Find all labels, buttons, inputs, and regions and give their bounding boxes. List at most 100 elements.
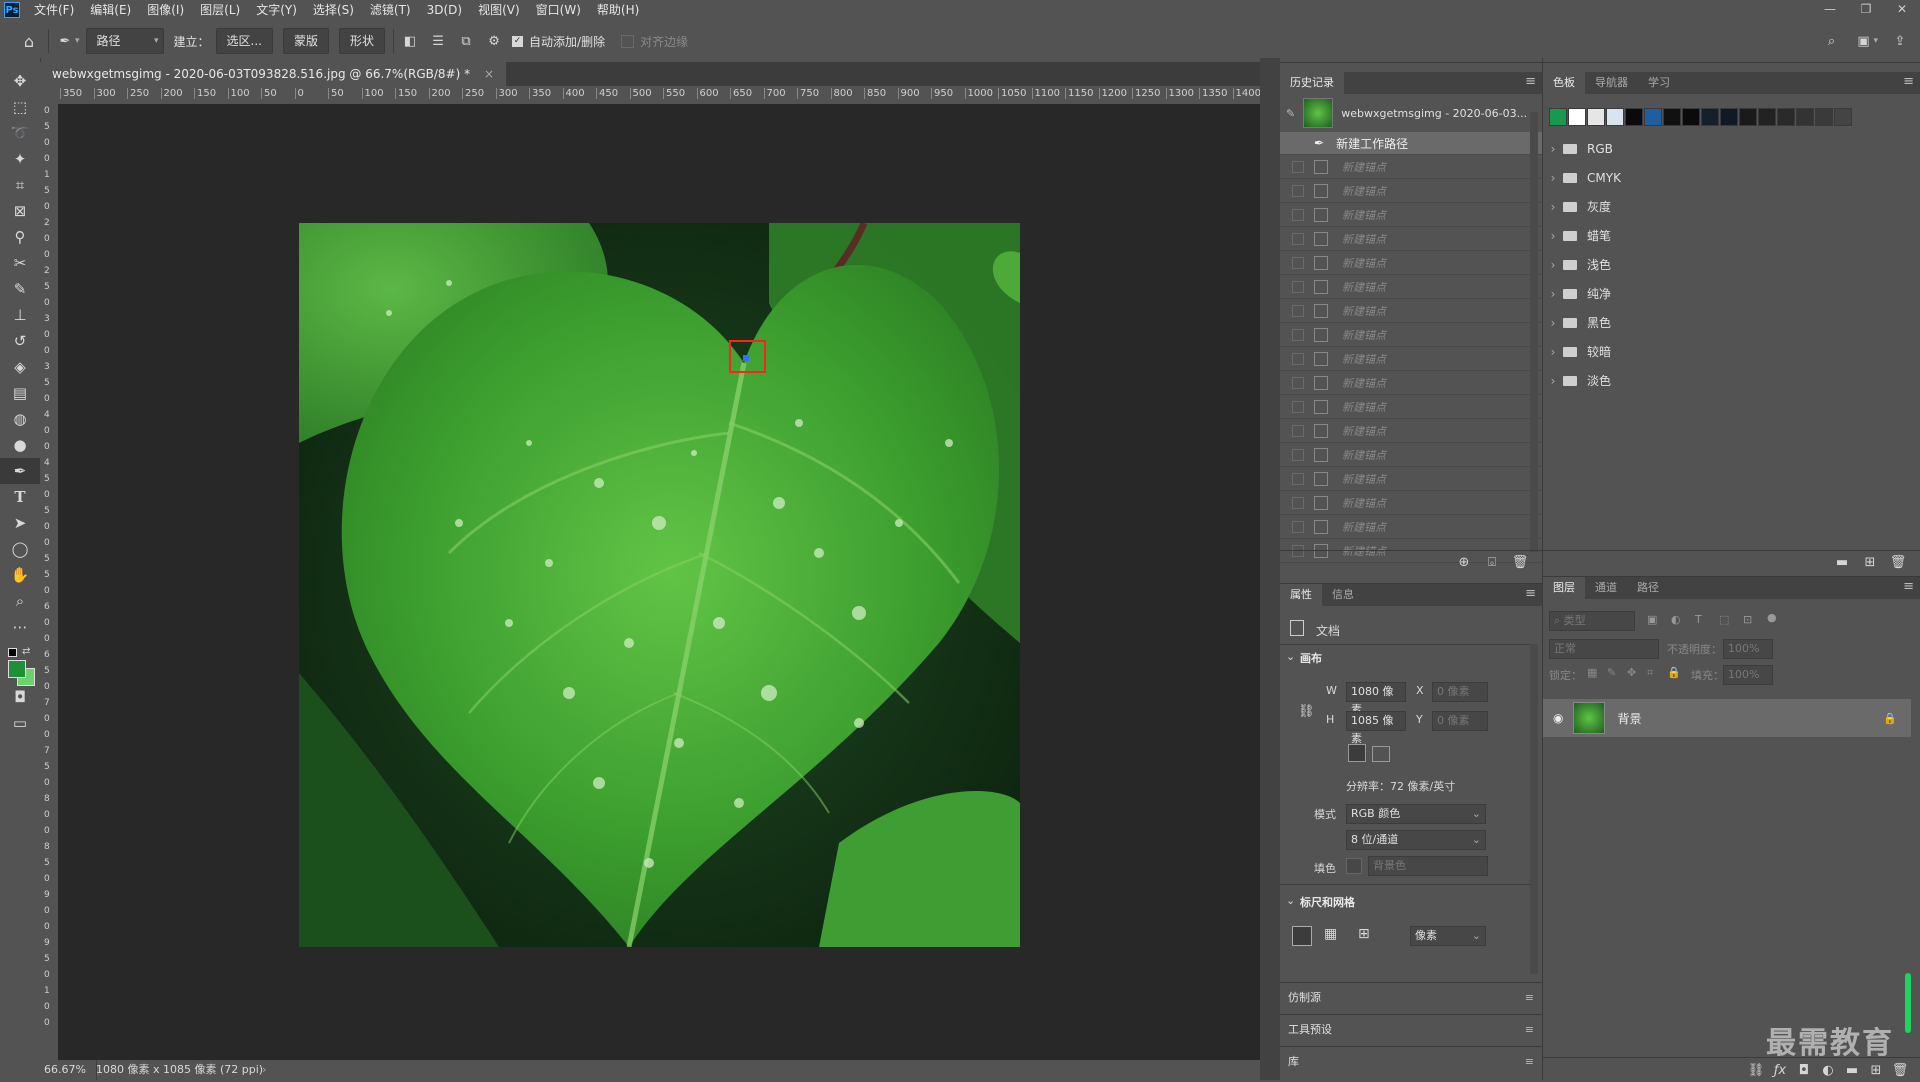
clone-source-panel[interactable]: 仿制源 ≡ [1280, 982, 1542, 1012]
filter-toggle-icon[interactable]: ● [1767, 611, 1777, 624]
crop-tool-icon[interactable]: ⌗ [0, 172, 40, 198]
move-tool-icon[interactable]: ✥ [0, 68, 40, 94]
menu-item-3[interactable]: 图层(L) [192, 0, 248, 20]
color-swatch[interactable] [1625, 108, 1643, 126]
leaf-image[interactable] [299, 223, 1020, 947]
ruler-toggle-icon[interactable] [1292, 926, 1312, 946]
menu-item-1[interactable]: 编辑(E) [82, 0, 139, 20]
healing-brush-icon[interactable]: ✂ [0, 250, 40, 276]
document-tab[interactable]: webwxgetmsgimg - 2020-06-03T093828.516.j… [40, 62, 506, 86]
anchor-point[interactable] [743, 355, 749, 361]
history-step-checkbox[interactable] [1292, 448, 1304, 461]
lock-artboard-icon[interactable]: ⌗ [1647, 666, 1653, 680]
swatch-group-row[interactable]: › 黑色 [1543, 308, 1920, 337]
link-layers-icon[interactable]: ⛓ [1748, 1062, 1765, 1078]
marquee-tool-icon[interactable]: ⬚ [0, 94, 40, 120]
history-step-checkbox[interactable] [1292, 184, 1304, 197]
gradient-tool-icon[interactable]: ▤ [0, 380, 40, 406]
default-colors-icon[interactable] [8, 648, 17, 657]
lock-position-icon[interactable]: ✥ [1627, 666, 1636, 679]
history-step-checkbox[interactable] [1292, 160, 1304, 173]
new-group-folder-icon[interactable]: ▬ [1844, 1062, 1860, 1078]
history-row[interactable]: 新建锚点 [1280, 179, 1542, 203]
color-swatch[interactable] [1587, 108, 1605, 126]
menu-item-6[interactable]: 滤镜(T) [362, 0, 419, 20]
swap-colors-icon[interactable]: ⇄ [22, 646, 30, 657]
eyedropper-icon[interactable]: ⚲ [0, 224, 40, 250]
history-row[interactable]: 新建锚点 [1280, 515, 1542, 539]
home-icon[interactable]: ⌂ [18, 30, 40, 52]
color-swatch[interactable] [1663, 108, 1681, 126]
hand-tool-icon[interactable]: ✋ [0, 562, 40, 588]
foreground-color-swatch[interactable] [8, 660, 26, 678]
guides-icon[interactable]: ⊞ [1358, 926, 1370, 942]
history-step-checkbox[interactable] [1292, 137, 1304, 149]
history-step-checkbox[interactable] [1292, 400, 1304, 413]
close-tab-icon[interactable]: × [484, 67, 494, 81]
color-swatch[interactable] [1758, 108, 1776, 126]
chevron-right-icon[interactable]: › [1543, 316, 1563, 330]
zoom-level[interactable]: 66.67% [44, 1060, 86, 1080]
pen-tool-icon[interactable]: ✒ [0, 458, 40, 484]
lock-icon[interactable]: 🔒 [1883, 712, 1897, 725]
color-swatch[interactable] [1720, 108, 1738, 126]
menu-item-0[interactable]: 文件(F) [26, 0, 82, 20]
history-row[interactable]: 新建锚点 [1280, 323, 1542, 347]
quick-mask-icon[interactable]: ◘ [0, 684, 40, 710]
fx-icon[interactable]: ƒx [1772, 1062, 1788, 1078]
chevron-right-icon[interactable]: › [1543, 142, 1563, 156]
add-mask-icon[interactable]: ◘ [1796, 1062, 1812, 1078]
type-filter-icon[interactable]: T [1695, 613, 1702, 626]
history-brush-icon[interactable]: ↺ [0, 328, 40, 354]
menu-item-8[interactable]: 视图(V) [470, 0, 528, 20]
zoom-tool-icon[interactable]: ⌕ [0, 588, 40, 614]
panel-menu-icon[interactable]: ≡ [1525, 74, 1536, 89]
chevron-right-icon[interactable]: › [1543, 200, 1563, 214]
make-selection-button[interactable]: 选区... [215, 28, 273, 54]
ellipse-tool-icon[interactable]: ◯ [0, 536, 40, 562]
adjustment-filter-icon[interactable]: ◐ [1671, 613, 1681, 626]
color-swatch[interactable] [1701, 108, 1719, 126]
color-swatch[interactable] [1549, 108, 1567, 126]
trash-icon[interactable]: 🗑 [1890, 554, 1907, 570]
tab-info[interactable]: 信息 [1322, 584, 1364, 606]
layer-filter-select[interactable]: ⌕ 类型 [1549, 611, 1635, 631]
swatch-group-row[interactable]: › 蜡笔 [1543, 221, 1920, 250]
panel-menu-icon[interactable]: ≡ [1903, 74, 1914, 89]
history-row[interactable]: 新建锚点 [1280, 371, 1542, 395]
smart-object-filter-icon[interactable]: ⊡ [1743, 613, 1752, 626]
history-step-checkbox[interactable] [1292, 424, 1304, 437]
history-step-checkbox[interactable] [1292, 496, 1304, 509]
tab-navigator[interactable]: 导航器 [1585, 72, 1638, 94]
new-document-from-state-icon[interactable]: ⊕ [1456, 554, 1472, 570]
color-swatch[interactable] [1644, 108, 1662, 126]
canvas-section-title[interactable]: 画布 [1300, 650, 1322, 666]
menu-item-2[interactable]: 图像(I) [139, 0, 192, 20]
tab-channels[interactable]: 通道 [1585, 577, 1627, 599]
color-mode-select[interactable]: RGB 颜色 ⌄ [1346, 804, 1486, 824]
panel-menu-icon[interactable]: ≡ [1525, 1015, 1534, 1045]
shape-filter-icon[interactable]: ⬚ [1719, 613, 1729, 626]
new-swatch-icon[interactable]: ⊞ [1862, 554, 1878, 570]
chevron-right-icon[interactable]: › [1543, 287, 1563, 301]
width-field[interactable]: 1080 像素 [1346, 682, 1406, 716]
make-shape-button[interactable]: 形状 [339, 28, 386, 54]
pick-mode-select[interactable]: 路径 ▾ [85, 28, 164, 54]
lock-all-icon[interactable]: 🔒 [1667, 666, 1681, 679]
trash-icon[interactable]: 🗑 [1512, 554, 1529, 570]
tab-layers[interactable]: 图层 [1543, 577, 1585, 599]
history-row[interactable]: 新建锚点 [1280, 275, 1542, 299]
path-selection-icon[interactable]: ➤ [0, 510, 40, 536]
new-layer-icon[interactable]: ⊞ [1868, 1062, 1884, 1078]
menu-item-10[interactable]: 帮助(H) [589, 0, 647, 20]
fill-select[interactable]: 背景色 [1368, 856, 1488, 876]
lock-transparent-icon[interactable]: ▦ [1587, 666, 1597, 679]
color-swatch[interactable] [1815, 108, 1833, 126]
chevron-right-icon[interactable]: › [1543, 258, 1563, 272]
screen-mode-icon[interactable]: ▭ [0, 710, 40, 736]
path-operations-icon[interactable]: ◧ [402, 33, 418, 49]
swatch-group-row[interactable]: › 淡色 [1543, 366, 1920, 395]
layer-name[interactable]: 背景 [1617, 710, 1641, 727]
history-row[interactable]: 新建锚点 [1280, 299, 1542, 323]
type-tool-icon[interactable]: T [0, 484, 40, 510]
